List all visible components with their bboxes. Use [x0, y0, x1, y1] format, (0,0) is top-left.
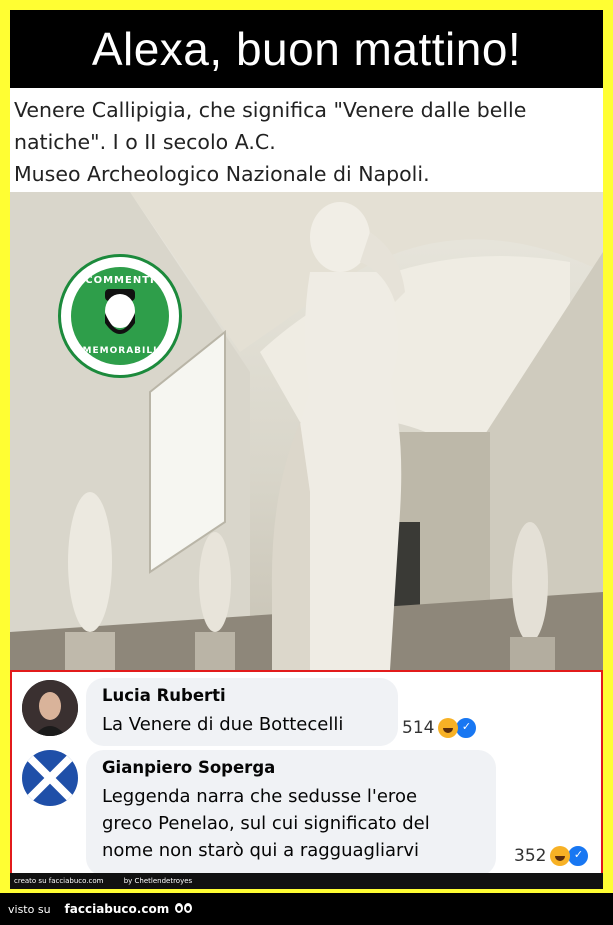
- comment-author[interactable]: Lucia Ruberti: [102, 686, 382, 705]
- eyes-icon: [175, 902, 193, 916]
- credits-bar: creato su facciabuco.com by Chetlendetro…: [10, 873, 603, 889]
- author-credit: by Chetlendetroyes: [123, 877, 193, 885]
- comment-bubble: Lucia Ruberti La Venere di due Bottecell…: [86, 678, 398, 746]
- site-link[interactable]: facciabuco.com: [65, 902, 170, 916]
- reaction-number: 514: [402, 718, 435, 738]
- avatar[interactable]: [22, 680, 78, 736]
- logo-bottom-text: MEMORABILI: [82, 346, 158, 356]
- like-reaction-icon: ✓: [566, 844, 591, 868]
- commenti-memorabili-logo: COMMENTI MEMORABILI: [58, 254, 182, 378]
- comment-text: La Venere di due Bottecelli: [102, 714, 344, 735]
- caption-line: Venere Callipigia, che significa "Venere…: [14, 98, 527, 122]
- comment-text-line: greco Penelao, sul cui significato del: [102, 813, 430, 834]
- caption-line: natiche". I o II secolo A.C.: [14, 130, 276, 154]
- comments-section: Lucia Ruberti La Venere di due Bottecell…: [10, 670, 603, 886]
- comment-text-line: nome non starò qui a ragguagliarvi: [102, 840, 420, 861]
- comment-author[interactable]: Gianpiero Soperga: [102, 758, 480, 777]
- reaction-count[interactable]: 514 ✓: [402, 716, 479, 740]
- photo-caption: Venere Callipigia, che significa "Venere…: [10, 88, 603, 192]
- caption-line: Museo Archeologico Nazionale di Napoli.: [14, 162, 430, 186]
- visto-su-label: visto su: [8, 902, 51, 916]
- reaction-count[interactable]: 352 ✓: [514, 844, 591, 868]
- avatar[interactable]: [22, 750, 78, 806]
- like-reaction-icon: ✓: [454, 716, 479, 740]
- reaction-number: 352: [514, 846, 547, 866]
- comment-text-line: Leggenda narra che sedusse l'eroe: [102, 786, 418, 807]
- meme-title: Alexa, buon mattino!: [10, 10, 603, 88]
- scotland-flag-icon: [22, 750, 78, 806]
- site-footer: visto su facciabuco.com: [0, 893, 613, 925]
- avatar-portrait-icon: [22, 680, 78, 736]
- comment-bubble: Gianpiero Soperga Leggenda narra che sed…: [86, 750, 496, 876]
- statue-photo: COMMENTI MEMORABILI: [10, 192, 603, 670]
- created-on-text: creato su facciabuco.com: [14, 877, 104, 885]
